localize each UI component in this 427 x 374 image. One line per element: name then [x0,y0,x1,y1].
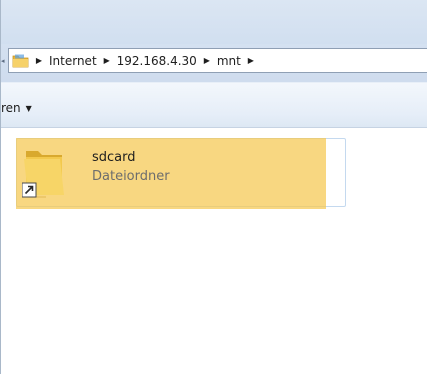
breadcrumb-host[interactable]: 192.168.4.30 [116,54,198,68]
item-type: Dateiordner [92,169,170,184]
organize-button[interactable]: ren ▼ [1,99,32,117]
breadcrumb-separator-icon[interactable]: ▶ [246,56,256,66]
breadcrumb-separator-icon[interactable]: ▶ [34,56,44,66]
address-bar[interactable]: ▶ Internet ▶ 192.168.4.30 ▶ mnt ▶ [8,48,427,73]
folder-icon [12,53,30,69]
explorer-window: ◂ ▶ Internet ▶ 192.168.4.30 ▶ mnt ▶ ren … [0,0,427,374]
dropdown-caret-icon: ▼ [25,103,32,113]
breadcrumb-separator-icon[interactable]: ▶ [102,56,112,66]
command-bar [1,82,427,128]
breadcrumb-separator-icon[interactable]: ▶ [202,56,212,66]
organize-label: ren [1,101,21,115]
breadcrumb-mnt[interactable]: mnt [216,54,242,68]
breadcrumb-internet[interactable]: Internet [48,54,98,68]
back-history-arrow-icon[interactable]: ◂ [1,57,7,65]
title-bar [1,0,427,44]
item-name[interactable]: sdcard [92,150,136,165]
folder-shortcut-icon[interactable] [21,145,70,201]
